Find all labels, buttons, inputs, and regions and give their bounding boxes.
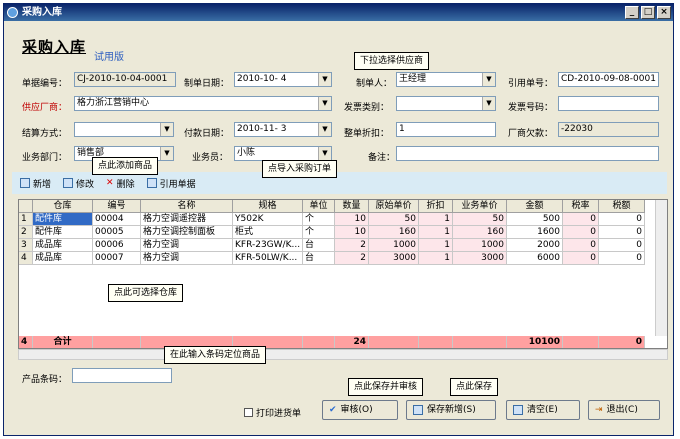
items-grid[interactable]: 仓库 编号 名称 规格 单位 数量 原始单价 折扣 业务单价 金额 税率 税额 … bbox=[18, 199, 668, 349]
settle-select[interactable]: ▼ bbox=[74, 122, 174, 137]
doc-no-field[interactable]: CJ-2010-10-04-0001 bbox=[74, 72, 176, 87]
chevron-down-icon[interactable]: ▼ bbox=[482, 73, 495, 86]
table-row[interactable]: 2 配件库 00005 格力空调控制面板 柜式 个 10 160 1 160 1… bbox=[19, 226, 645, 239]
add-callout: 点此添加商品 bbox=[92, 157, 159, 175]
pay-date-label: 付款日期： bbox=[184, 129, 230, 139]
remark-field[interactable] bbox=[396, 146, 659, 161]
supplier-select[interactable]: 格力浙江营销中心 ▼ bbox=[74, 96, 332, 111]
close-button[interactable]: × bbox=[657, 6, 671, 19]
warehouse-callout: 点此可选择仓库 bbox=[108, 284, 184, 302]
save-icon bbox=[146, 178, 157, 188]
date-field[interactable]: 2010-10- 4 ▼ bbox=[234, 72, 332, 87]
chevron-down-icon[interactable]: ▼ bbox=[318, 73, 331, 86]
checkbox-icon[interactable] bbox=[244, 408, 253, 417]
ref-label: 引用单号： bbox=[508, 79, 554, 89]
table-row[interactable]: 4 成品库 00007 格力空调 KFR-50LW/K... 台 2 3000 … bbox=[19, 252, 645, 265]
invoice-no-label: 发票号码： bbox=[508, 103, 554, 113]
barcode-label: 产品条码： bbox=[22, 375, 68, 385]
discount-label: 整单折扣： bbox=[344, 129, 390, 139]
clear-button[interactable]: 清空(E) bbox=[506, 400, 580, 420]
discount-field[interactable]: 1 bbox=[396, 122, 496, 137]
delete-button[interactable]: ✕ 删除 bbox=[106, 177, 135, 190]
table-row[interactable]: 3 成品库 00006 格力空调 KFR-23GW/K... 台 2 1000 … bbox=[19, 239, 645, 252]
debt-label: 厂商欠款： bbox=[508, 129, 554, 139]
invoice-type-select[interactable]: ▼ bbox=[396, 96, 496, 111]
doc-no-label: 单据编号： bbox=[22, 79, 68, 89]
audit-button[interactable]: ✔ 审核(O) bbox=[322, 400, 398, 420]
col-warehouse[interactable]: 仓库 bbox=[33, 200, 93, 213]
chevron-down-icon[interactable]: ▼ bbox=[482, 97, 495, 110]
maximize-button[interactable]: □ bbox=[641, 6, 655, 19]
barcode-callout: 在此输入条码定位商品 bbox=[164, 346, 267, 364]
sum-row: 4 合计 24 10100 0 bbox=[19, 336, 645, 348]
clear-icon bbox=[513, 405, 523, 415]
supplier-label: 供应厂商： bbox=[22, 103, 68, 113]
save-icon bbox=[413, 405, 423, 415]
edit-button[interactable]: 修改 bbox=[63, 177, 94, 190]
maker-select[interactable]: 王经理 ▼ bbox=[396, 72, 496, 87]
chevron-down-icon[interactable]: ▼ bbox=[318, 97, 331, 110]
horizontal-scrollbar[interactable] bbox=[18, 349, 668, 360]
col-rate[interactable]: 税率 bbox=[563, 200, 599, 213]
settle-label: 结算方式： bbox=[22, 129, 68, 139]
exit-button[interactable]: ⇥ 退出(C) bbox=[588, 400, 660, 420]
chevron-down-icon[interactable]: ▼ bbox=[160, 147, 173, 160]
col-amount[interactable]: 金额 bbox=[507, 200, 563, 213]
grid-header: 仓库 编号 名称 规格 单位 数量 原始单价 折扣 业务单价 金额 税率 税额 bbox=[19, 200, 645, 213]
col-unit[interactable]: 单位 bbox=[303, 200, 335, 213]
document-add-icon bbox=[20, 178, 30, 188]
edit-icon bbox=[63, 178, 74, 188]
col-spec[interactable]: 规格 bbox=[233, 200, 303, 213]
staff-label: 业务员： bbox=[192, 153, 229, 163]
save-new-button[interactable]: 保存新增(S) bbox=[406, 400, 496, 420]
col-bprice[interactable]: 业务单价 bbox=[453, 200, 507, 213]
trial-label: 试用版 bbox=[94, 52, 124, 63]
cite-callout: 点导入采购订单 bbox=[262, 160, 338, 178]
col-name[interactable]: 名称 bbox=[141, 200, 233, 213]
table-row[interactable]: 1 配件库 00004 格力空调遥控器 Y502K 个 10 50 1 50 5… bbox=[19, 213, 645, 226]
chevron-down-icon[interactable]: ▼ bbox=[318, 123, 331, 136]
title-bar: 采购入库 _ □ × bbox=[4, 4, 673, 21]
col-no[interactable]: 编号 bbox=[93, 200, 141, 213]
print-checkbox[interactable]: 打印进货单 bbox=[244, 406, 301, 419]
col-price[interactable]: 原始单价 bbox=[369, 200, 419, 213]
remark-label: 备注： bbox=[368, 153, 396, 163]
ref-field[interactable]: CD-2010-09-08-0001 bbox=[558, 72, 659, 87]
toolbar: 新增 修改 ✕ 删除 引用单据 bbox=[12, 172, 667, 194]
debt-field: -22030 bbox=[558, 122, 659, 137]
window-title: 采购入库 bbox=[22, 7, 62, 18]
col-tax[interactable]: 税额 bbox=[599, 200, 645, 213]
col-discount[interactable]: 折扣 bbox=[419, 200, 453, 213]
pay-date-field[interactable]: 2010-11- 3 ▼ bbox=[234, 122, 332, 137]
staff-select[interactable]: 小陈 ▼ bbox=[234, 146, 332, 161]
maker-label: 制单人： bbox=[356, 79, 393, 89]
invoice-no-field[interactable] bbox=[558, 96, 659, 111]
chevron-down-icon[interactable]: ▼ bbox=[318, 147, 331, 160]
page-title: 采购入库 bbox=[22, 38, 87, 56]
date-label: 制单日期： bbox=[184, 79, 230, 89]
exit-icon: ⇥ bbox=[595, 405, 603, 415]
invoice-type-label: 发票类别： bbox=[344, 103, 390, 113]
delete-icon: ✕ bbox=[106, 178, 114, 188]
app-icon bbox=[7, 7, 18, 18]
window: 采购入库 _ □ × 采购入库 试用版 单据编号： CJ-2010-10-04-… bbox=[3, 3, 674, 436]
chevron-down-icon[interactable]: ▼ bbox=[160, 123, 173, 136]
barcode-input[interactable] bbox=[72, 368, 172, 383]
audit-callout: 点此保存并审核 bbox=[348, 378, 424, 396]
col-qty[interactable]: 数量 bbox=[335, 200, 369, 213]
supplier-callout: 下拉选择供应商 bbox=[354, 52, 430, 70]
save-callout: 点此保存 bbox=[450, 378, 499, 396]
vertical-scrollbar[interactable] bbox=[655, 200, 667, 336]
minimize-button[interactable]: _ bbox=[625, 6, 639, 19]
add-button[interactable]: 新增 bbox=[20, 177, 51, 190]
dept-label: 业务部门： bbox=[22, 153, 68, 163]
cite-button[interactable]: 引用单据 bbox=[146, 177, 196, 190]
check-icon: ✔ bbox=[329, 405, 337, 415]
